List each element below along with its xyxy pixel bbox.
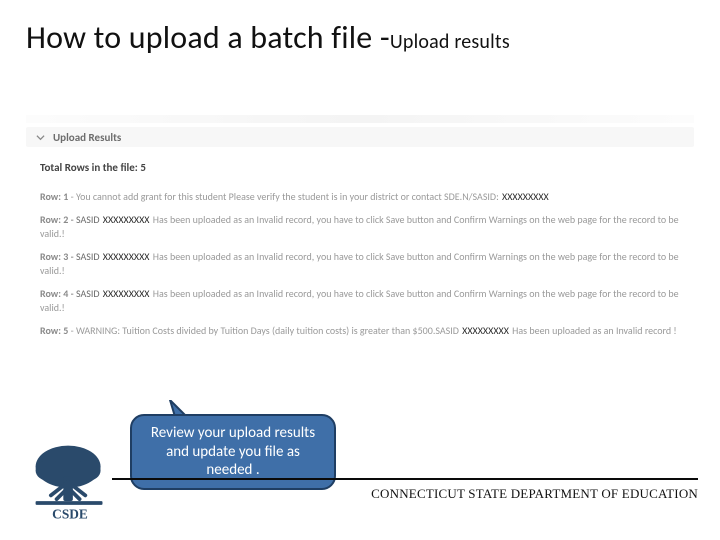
slide: How to upload a batch file -Upload resul…: [0, 0, 720, 540]
row-number: Row: 5: [40, 324, 68, 337]
row-text-a: - SASID: [68, 287, 101, 300]
row-text: - You cannot add grant for this student …: [68, 190, 501, 203]
result-row: Row: 3 - SASID XXXXXXXXX Has been upload…: [40, 250, 680, 277]
result-row: Row: 2 - SASID XXXXXXXXX Has been upload…: [40, 213, 680, 240]
title-dash: -: [380, 18, 390, 57]
footer-org: CONNECTICUT STATE DEPARTMENT OF EDUCATIO…: [371, 486, 698, 502]
result-row: Row: 1 - You cannot add grant for this s…: [40, 190, 680, 204]
row-number: Row: 2: [40, 213, 68, 226]
total-rows-label: Total Rows in the file:: [40, 161, 138, 174]
masked-id: XXXXXXXXX: [102, 287, 151, 300]
upload-results-panel: Upload Results Total Rows in the file: 5…: [26, 115, 694, 358]
row-text-a: - WARNING: Tuition Costs divided by Tuit…: [68, 324, 461, 337]
masked-id: XXXXXXXXX: [461, 324, 510, 337]
row-number: Row: 1: [40, 190, 68, 203]
title-sub: Upload results: [390, 30, 510, 54]
panel-body: Total Rows in the file: 5 Row: 1 - You c…: [26, 147, 694, 358]
total-rows: Total Rows in the file: 5: [40, 161, 680, 176]
csde-logo: CSDE: [22, 438, 118, 524]
masked-id: XXXXXXXXX: [501, 190, 550, 203]
result-row: Row: 5 - WARNING: Tuition Costs divided …: [40, 324, 680, 338]
row-text-a: - SASID: [68, 213, 101, 226]
slide-title: How to upload a batch file -Upload resul…: [26, 18, 510, 57]
row-text-a: - SASID: [68, 250, 101, 263]
panel-heading: Upload Results: [53, 131, 121, 144]
result-row: Row: 4 - SASID XXXXXXXXX Has been upload…: [40, 287, 680, 314]
row-number: Row: 4: [40, 287, 68, 300]
callout-text: Review your upload results and update yo…: [146, 424, 320, 480]
row-number: Row: 3: [40, 250, 68, 263]
masked-id: XXXXXXXXX: [102, 213, 151, 226]
masked-id: XXXXXXXXX: [102, 250, 151, 263]
title-main: How to upload a batch file: [26, 18, 380, 57]
footer-rule: [112, 478, 698, 480]
logo-label: CSDE: [52, 506, 88, 521]
panel-header: Upload Results: [26, 127, 694, 147]
total-rows-value: 5: [140, 161, 146, 174]
row-text-b: Has been uploaded as an Invalid record !: [510, 324, 677, 337]
panel-top-strip: [26, 115, 694, 123]
chevron-down-icon: [36, 133, 45, 142]
